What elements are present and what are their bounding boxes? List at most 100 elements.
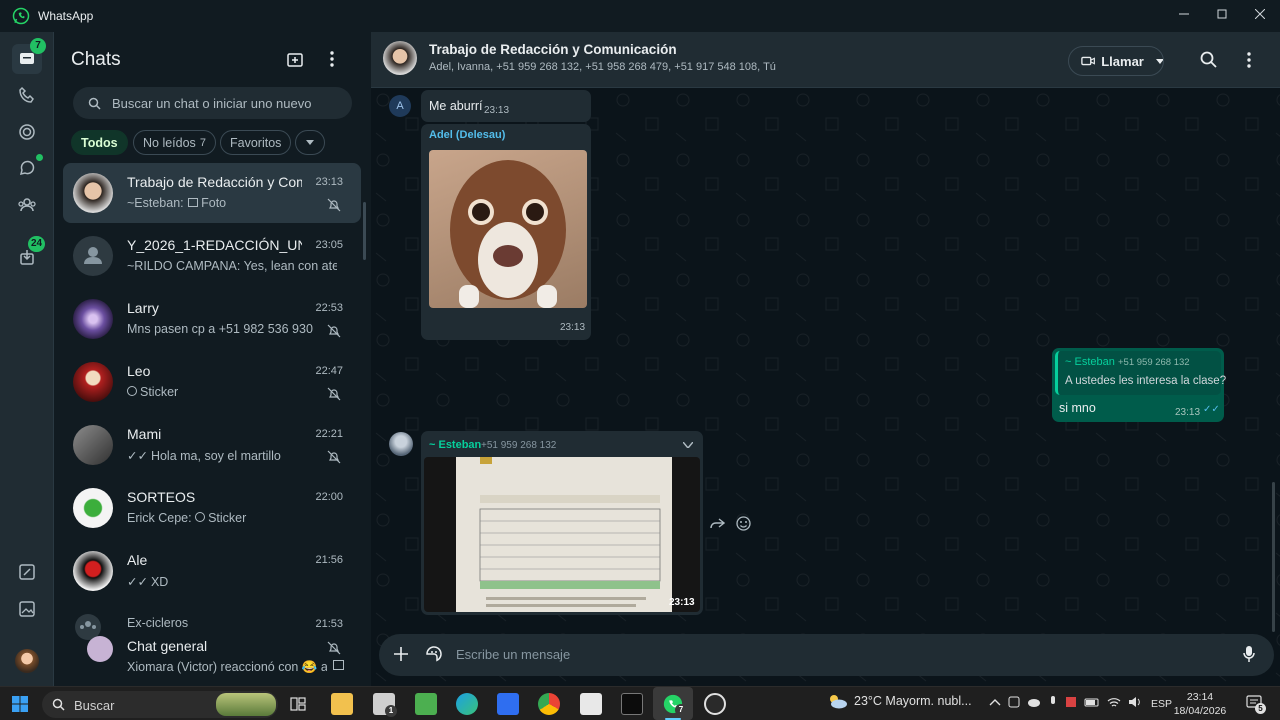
rail-downloads-button[interactable]: 24 (12, 236, 46, 272)
filter-more-chip[interactable] (295, 130, 325, 155)
battery-icon (1084, 698, 1099, 707)
muted-icon (327, 387, 341, 401)
filter-favorites-chip[interactable]: Favoritos (220, 130, 292, 155)
emoji-button[interactable] (425, 645, 443, 663)
filter-all-chip[interactable]: Todos (71, 130, 128, 155)
app-title: WhatsApp (38, 9, 94, 23)
whatsapp-taskbar-button[interactable]: 7 (653, 687, 693, 720)
onedrive-icon (1028, 699, 1040, 707)
chat-preview: ~RILDO CAMPANA: Yes, lean con aten... (127, 259, 337, 273)
edge-icon[interactable] (456, 693, 478, 715)
voice-message-button[interactable] (1243, 645, 1255, 663)
chat-preview: Mns pasen cp a +51 982 536 930 (127, 322, 313, 336)
image-message-bubble[interactable]: ~ Esteban +51 959 268 132 23:13 (421, 431, 703, 615)
taskbar-search[interactable]: Buscar (42, 691, 278, 718)
read-receipt-icon: ✓✓ (1203, 404, 1220, 415)
quoted-message[interactable]: ~ Esteban +51 959 268 132 A ustedes les … (1055, 351, 1226, 395)
outgoing-message-bubble[interactable]: ~ Esteban +51 959 268 132 A ustedes les … (1052, 348, 1226, 422)
profile-avatar[interactable] (15, 649, 39, 673)
task-view-button[interactable] (290, 696, 306, 712)
chat-list-scrollbar[interactable] (363, 202, 366, 260)
chat-row[interactable]: SORTEOS 22:00 Erick Cepe: Sticker (63, 478, 361, 538)
minimize-button[interactable] (1165, 0, 1203, 28)
attach-button[interactable] (393, 646, 409, 662)
chat-list-menu-button[interactable] (330, 51, 334, 67)
rail-status-button[interactable] (12, 117, 42, 147)
start-button[interactable] (12, 696, 28, 712)
recorder-icon[interactable] (704, 693, 726, 715)
store-icon[interactable]: 1 (373, 693, 397, 717)
sender-avatar[interactable] (389, 432, 413, 456)
weather-widget[interactable]: 23°C Mayorm. nubl... (826, 693, 972, 709)
sender-avatar[interactable]: A (389, 95, 411, 117)
new-chat-button[interactable] (286, 51, 304, 69)
call-label: Llamar (1101, 53, 1144, 69)
chat-avatar (73, 173, 113, 213)
message-input[interactable]: Escribe un mensaje (456, 647, 570, 662)
rail-calls-button[interactable] (12, 80, 42, 110)
chat-time: 21:53 (315, 618, 343, 630)
chat-row[interactable]: Y_2026_1-REDACCIÓN_UNI_... 23:05 ~RILDO … (63, 226, 361, 286)
forward-icon[interactable] (709, 518, 725, 530)
group-avatar[interactable] (383, 41, 417, 75)
system-tray[interactable] (989, 696, 1142, 708)
call-button[interactable]: Llamar (1068, 46, 1164, 76)
quote-sender: ~ Esteban (1065, 356, 1115, 368)
wifi-icon (1107, 698, 1121, 707)
chrome-icon[interactable] (538, 693, 560, 715)
chat-preview: ✓✓ XD (127, 575, 169, 589)
rail-communities-button[interactable] (12, 190, 42, 220)
chat-row[interactable]: Mami 22:21 ✓✓ Hola ma, soy el martillo (63, 415, 361, 475)
chat-time: 21:56 (315, 554, 343, 566)
maximize-button[interactable] (1203, 0, 1241, 28)
chat-name: Leo (127, 363, 151, 379)
clock[interactable]: 23:14 18/04/2026 (1172, 690, 1228, 718)
group-members: Adel, Ivanna, +51 959 268 132, +51 958 2… (429, 61, 776, 73)
emoji-react-icon[interactable] (736, 516, 751, 531)
message-text: si mno (1059, 401, 1096, 415)
photo-icon (333, 660, 344, 670)
app-icon[interactable] (497, 693, 519, 715)
notepad-icon[interactable] (580, 693, 602, 715)
chat-row[interactable]: Leo 22:47 Sticker (63, 352, 361, 412)
notifications-button[interactable]: 5 (1246, 695, 1266, 714)
chat-row[interactable]: Ale 21:56 ✓✓ XD (63, 541, 361, 601)
sender-phone: +51 959 268 132 (481, 440, 557, 451)
image-message-bubble[interactable]: Adel (Delesau) 23:13 (421, 124, 591, 340)
language-indicator[interactable]: ESP (1151, 698, 1172, 710)
chat-row[interactable]: Trabajo de Redacción y Com... 23:13 ~Est… (63, 163, 361, 223)
filter-count: 7 (199, 136, 206, 149)
file-explorer-icon[interactable] (331, 693, 353, 715)
status-icon (19, 124, 35, 140)
terminal-icon[interactable] (621, 693, 643, 715)
chat-preview: ✓✓ Hola ma, soy el martillo (127, 449, 281, 463)
chevron-down-icon[interactable] (683, 442, 693, 448)
conversation-search-button[interactable] (1200, 51, 1217, 68)
rail-channels-button[interactable] (12, 153, 43, 183)
clock-time: 23:14 (1186, 691, 1214, 703)
search-highlight-image (216, 693, 276, 716)
filter-unread-chip[interactable]: No leídos 7 (133, 130, 216, 155)
group-avatar (73, 236, 113, 276)
message-bubble[interactable]: Me aburrí 23:13 (421, 90, 591, 122)
video-icon (1081, 56, 1095, 66)
search-box[interactable]: Buscar un chat o iniciar uno nuevo (73, 87, 352, 119)
conversation-scrollbar[interactable] (1272, 482, 1275, 632)
chat-name: Ale (127, 552, 148, 568)
chat-row[interactable]: Larry 22:53 Mns pasen cp a +51 982 536 9… (63, 289, 361, 349)
rail-media-button[interactable] (12, 594, 42, 624)
rail-chats-button[interactable]: 7 (12, 38, 46, 74)
close-button[interactable] (1241, 0, 1279, 28)
dog-photo[interactable] (429, 150, 587, 308)
conversation-header[interactable]: Trabajo de Redacción y Comunicación Adel… (371, 32, 1280, 88)
message-time: 23:13 (669, 597, 695, 608)
document-photo[interactable] (424, 457, 700, 612)
whatsapp-logo-icon (12, 7, 30, 25)
minecraft-icon[interactable] (415, 693, 437, 715)
message-time: 23:13 (1175, 407, 1201, 418)
chat-row[interactable]: Ex-cicleros Chat general 21:53 Xiomara (… (63, 604, 361, 680)
gallery-icon (19, 601, 35, 617)
channels-icon (19, 160, 35, 176)
conversation-menu-button[interactable] (1247, 52, 1251, 68)
rail-starred-button[interactable] (12, 557, 42, 587)
